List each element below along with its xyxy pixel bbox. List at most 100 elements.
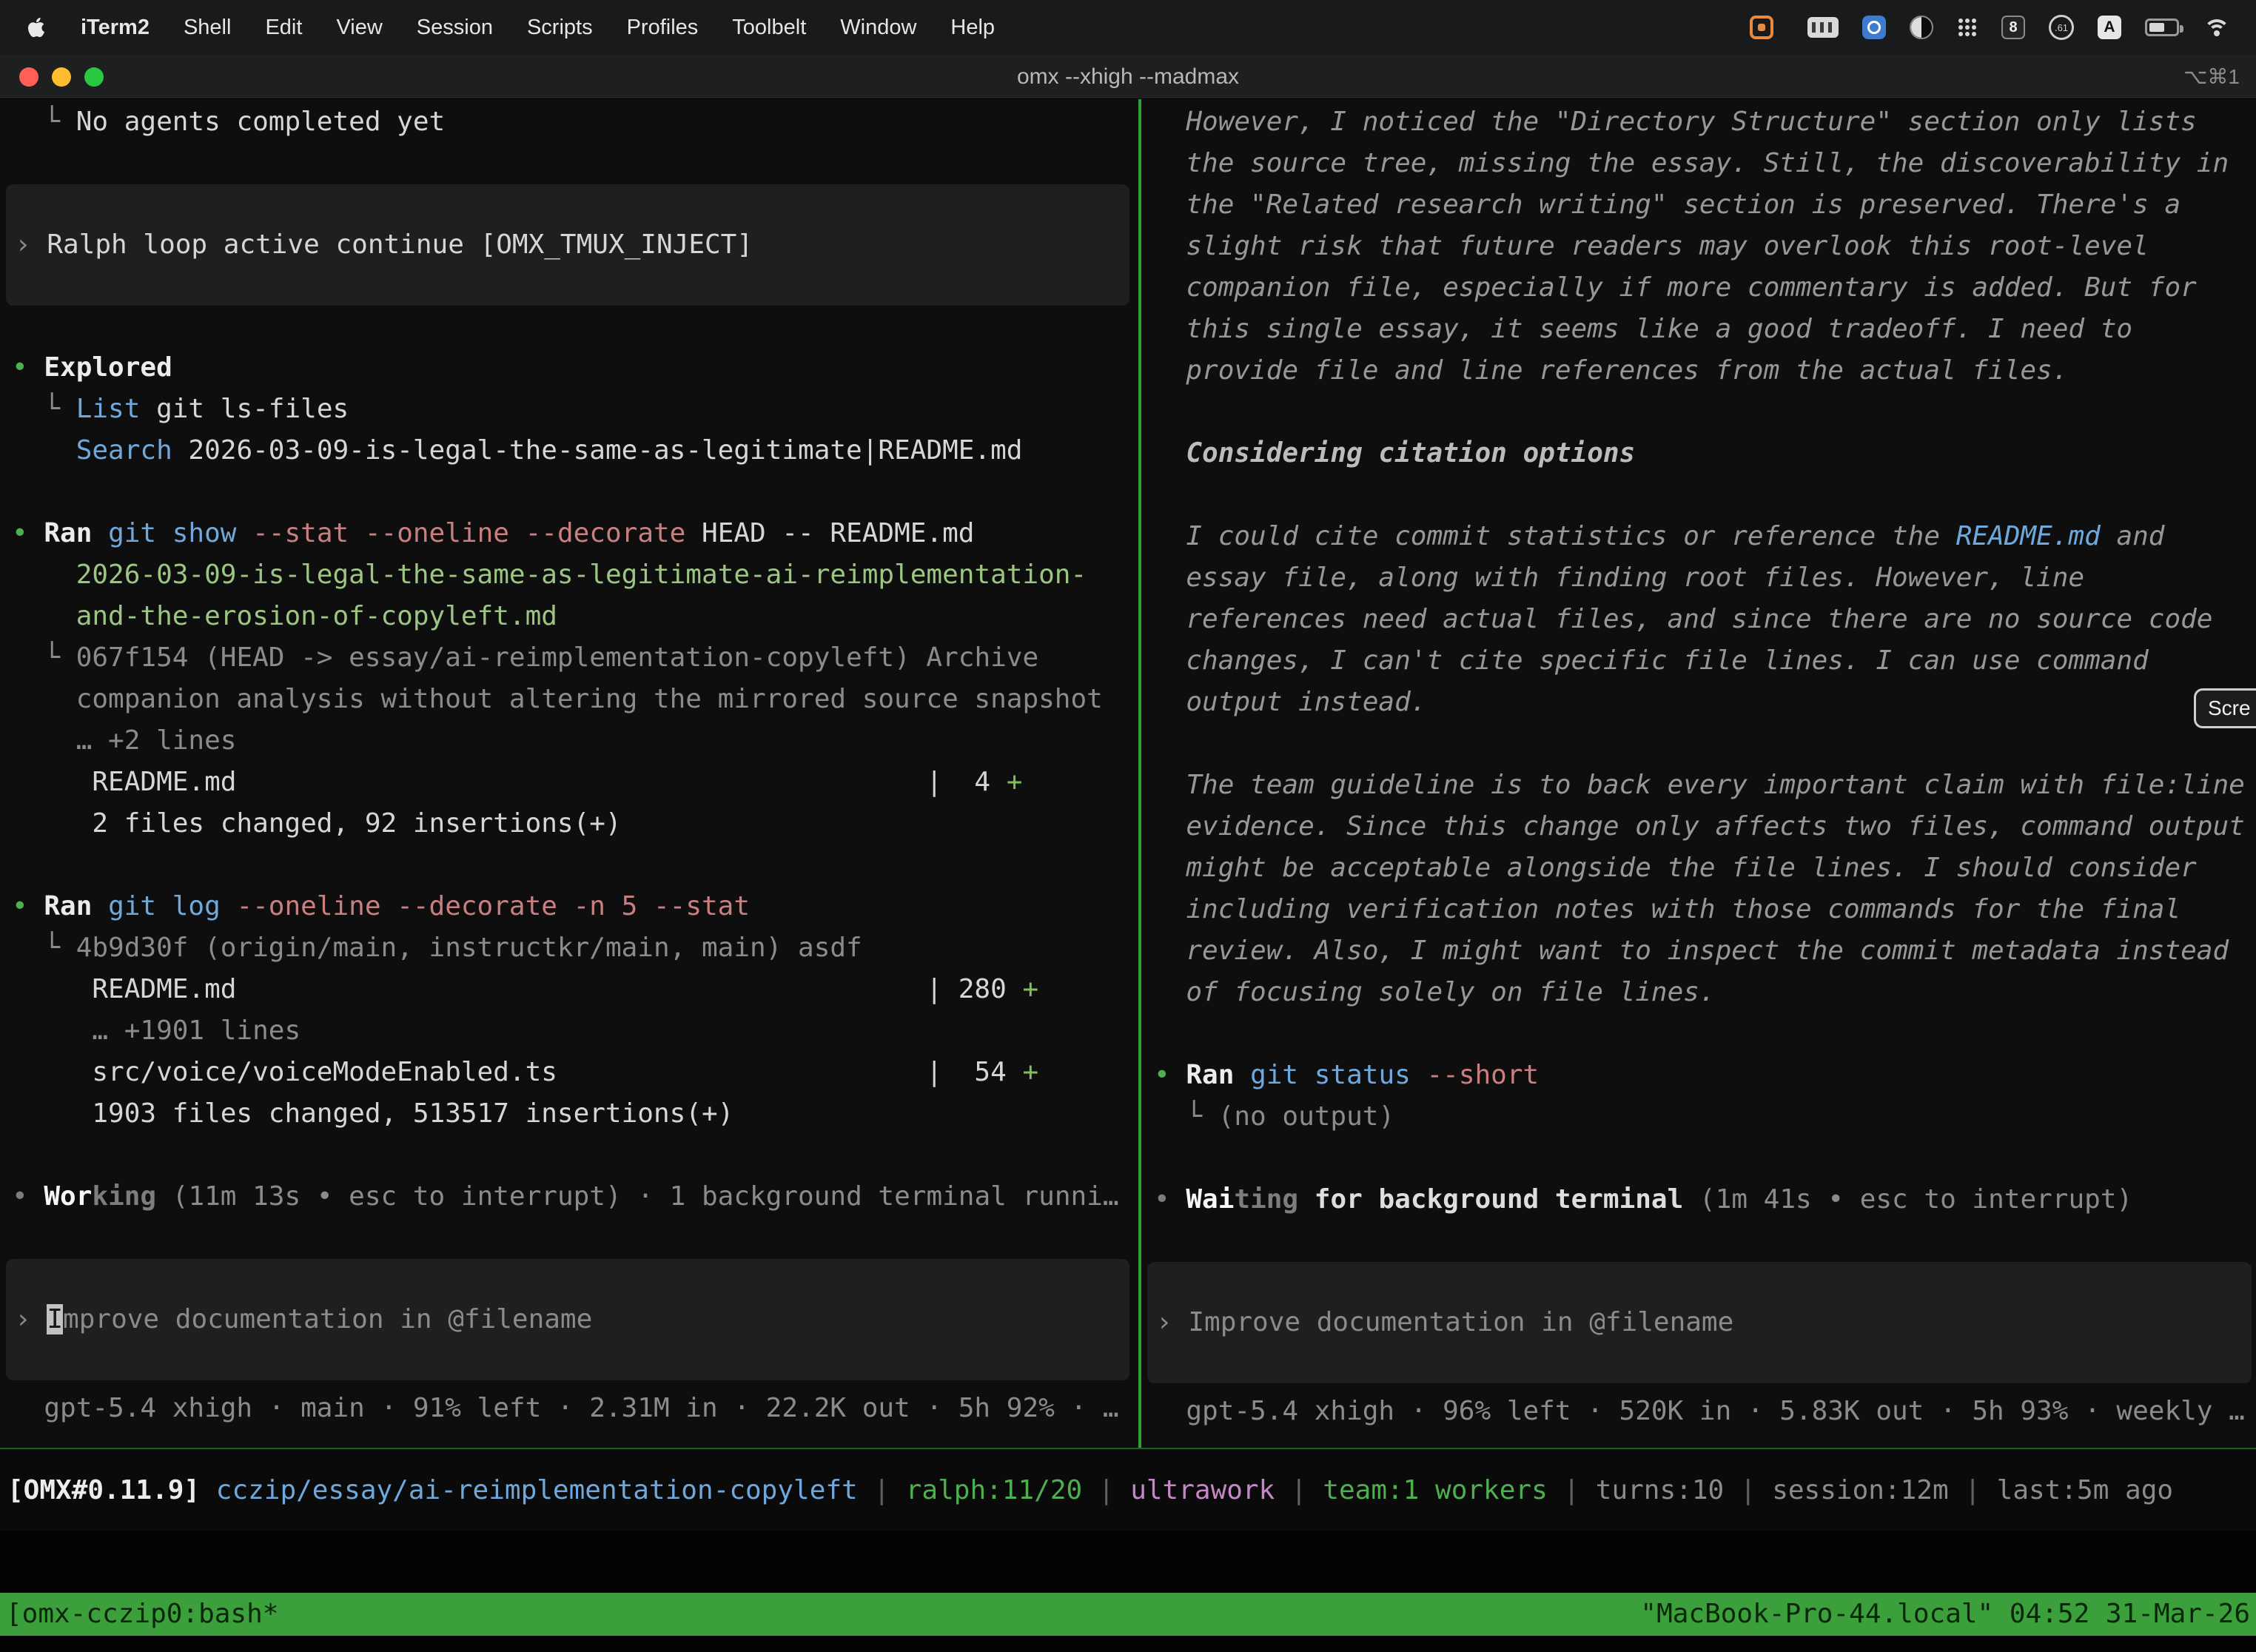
terminal-line: However, I noticed the "Directory Struct…	[1154, 101, 2256, 143]
text-segment: HEAD -- README.md	[702, 518, 974, 548]
text-segment: might be acceptable alongside the file l…	[1154, 853, 2197, 883]
menu-item-session[interactable]: Session	[400, 16, 510, 39]
menu-item-window[interactable]: Window	[823, 16, 933, 39]
text-segment: [OMX_TMUX_INJECT]	[480, 229, 753, 260]
terminal-line: companion file, especially if more comme…	[1154, 267, 2256, 309]
terminal-line: the source tree, missing the essay. Stil…	[1154, 143, 2256, 184]
menu-item-edit[interactable]: Edit	[248, 16, 319, 39]
menu-bar-status-area: 8 .61 A	[1750, 15, 2237, 40]
text-segment: README.md	[1956, 521, 2101, 551]
shade-icon[interactable]	[1910, 16, 1933, 39]
text-segment: ting	[1234, 1184, 1298, 1215]
terminal-line: 2 files changed, 92 insertions(+)	[12, 803, 1138, 845]
terminal-line: of focusing solely on file lines.	[1154, 972, 2256, 1013]
text-segment	[12, 560, 76, 590]
text-segment: gpt-5.4 xhigh · main · 91% left · 2.31M …	[12, 1393, 1119, 1423]
wifi-icon[interactable]	[2203, 16, 2231, 38]
zoom-button[interactable]	[84, 67, 104, 87]
keycast-icon[interactable]: 8	[2001, 16, 2025, 39]
composer-input[interactable]: › Improve documentation in @filename	[6, 1259, 1129, 1380]
text-segment: references need actual files, and since …	[1154, 604, 2212, 634]
menu-item-scripts[interactable]: Scripts	[510, 16, 610, 39]
menu-item-toolbelt[interactable]: Toolbelt	[715, 16, 823, 39]
ran-git-log: • Ran git log --oneline --decorate -n 5 …	[12, 886, 1138, 927]
text-segment: Wai	[1186, 1184, 1234, 1215]
text-segment: •	[12, 891, 44, 921]
text-segment: output instead.	[1154, 687, 1426, 717]
blue-app-icon[interactable]	[1862, 16, 1886, 39]
working-status-line: • Working (11m 13s • esc to interrupt) ·…	[12, 1176, 1138, 1218]
text-segment: review. Also, I might want to inspect th…	[1154, 936, 2229, 966]
text-segment: ultrawork	[1130, 1475, 1275, 1505]
terminal-line: this single essay, it seems like a good …	[1154, 309, 2256, 350]
minimize-button[interactable]	[52, 67, 71, 87]
text-segment: --stat --oneline --decorate	[252, 518, 702, 548]
text-segment: Ran	[44, 518, 108, 548]
omx-status-line: [OMX#0.11.9] cczip/essay/ai-reimplementa…	[7, 1475, 2173, 1505]
gauge-icon[interactable]: .61	[2049, 15, 2074, 40]
text-segment: cczip/essay/ai-reimplementation-copyleft	[216, 1475, 858, 1505]
screen-recording-indicator-icon[interactable]	[1750, 16, 1773, 39]
terminal-pane-left[interactable]: └ No agents completed yet› Ralph loop ac…	[0, 99, 1138, 1448]
app-grid-icon[interactable]	[1957, 17, 1978, 38]
window-shortcut-badge: ⌥⌘1	[2183, 64, 2240, 89]
text-segment: … +1901 lines	[12, 1015, 301, 1046]
text-segment: I	[47, 1304, 63, 1334]
text-segment	[1298, 1184, 1315, 1215]
text-segment: Wor	[44, 1181, 92, 1212]
terminal-line: README.md | 280 +	[12, 969, 1138, 1010]
terminal-line: └ 067f154 (HEAD -> essay/ai-reimplementa…	[12, 637, 1138, 679]
tmux-host-clock: "MacBook-Pro-44.local" 04:52 31-Mar-26	[1640, 1593, 2250, 1636]
blank-line	[1154, 1013, 2256, 1055]
prompt-line: › Ralph loop active continue [OMX_TMUX_I…	[15, 224, 753, 266]
thinking-heading: Considering citation options	[1154, 433, 2256, 474]
text-segment: The team guideline is to back every impo…	[1154, 770, 2245, 800]
terminal-line: evidence. Since this change only affects…	[1154, 806, 2256, 847]
menu-item-profiles[interactable]: Profiles	[610, 16, 716, 39]
close-button[interactable]	[19, 67, 38, 87]
text-segment	[12, 435, 76, 466]
text-segment: |	[1082, 1475, 1130, 1505]
edge-tooltip[interactable]: Scre	[2194, 688, 2256, 728]
input-source-icon[interactable]: A	[2098, 16, 2121, 39]
menu-item-help[interactable]: Help	[933, 16, 1012, 39]
terminal-line: references need actual files, and since …	[1154, 599, 2256, 640]
text-segment: (11m 13s • esc to interrupt) · 1 backgro…	[156, 1181, 1118, 1212]
text-segment: king	[92, 1181, 156, 1212]
menu-bar: iTerm2ShellEditViewSessionScriptsProfile…	[0, 0, 2256, 55]
terminal-line: └ List git ls-files	[12, 389, 1138, 430]
blank-line	[12, 471, 1138, 513]
terminal-line: 1903 files changed, 513517 insertions(+)	[12, 1093, 1138, 1135]
ralph-loop-banner[interactable]: › Ralph loop active continue [OMX_TMUX_I…	[6, 184, 1129, 306]
menu-item-view[interactable]: View	[319, 16, 399, 39]
text-segment: |	[1275, 1475, 1323, 1505]
apple-menu[interactable]	[19, 16, 64, 38]
terminal-line: … +1901 lines	[12, 1010, 1138, 1052]
text-segment: essay file, along with finding root file…	[1154, 563, 2084, 593]
text-segment: 1903 files changed, 513517 insertions(+)	[12, 1098, 733, 1129]
terminal-line: … +2 lines	[12, 720, 1138, 762]
window-title: omx --xhigh --madmax	[1017, 64, 1239, 90]
battery-icon[interactable]	[2145, 19, 2179, 36]
blank-line	[12, 1218, 1138, 1259]
blank-line	[1154, 474, 2256, 516]
text-segment: Explored	[44, 352, 172, 383]
omx-status-bar: [OMX#0.11.9] cczip/essay/ai-reimplementa…	[0, 1449, 2256, 1531]
terminal-line: review. Also, I might want to inspect th…	[1154, 930, 2256, 972]
blank-line	[1154, 1220, 2256, 1262]
text-segment: •	[1154, 1060, 1186, 1090]
text-segment: Search	[76, 435, 172, 466]
text-segment: src/voice/voiceModeEnabled.ts | 54	[12, 1057, 1022, 1087]
text-segment: changes, I can't cite specific file line…	[1154, 645, 2149, 676]
composer-input[interactable]: › Improve documentation in @filename	[1147, 1262, 2252, 1383]
text-segment: 067f154 (HEAD -> essay/ai-reimplementati…	[76, 642, 1038, 673]
terminal: └ No agents completed yet› Ralph loop ac…	[0, 99, 2256, 1448]
keyboard-icon[interactable]	[1807, 17, 1839, 38]
terminal-pane-right[interactable]: However, I noticed the "Directory Struct…	[1141, 99, 2256, 1448]
menu-item-iterm2[interactable]: iTerm2	[64, 16, 167, 39]
screen: { "window": { "title": "omx --xhigh --ma…	[0, 0, 2256, 1652]
blank-line	[12, 845, 1138, 886]
menu-item-shell[interactable]: Shell	[167, 16, 249, 39]
text-segment: ›	[15, 229, 47, 260]
text-segment: companion analysis without altering the …	[12, 684, 1103, 714]
